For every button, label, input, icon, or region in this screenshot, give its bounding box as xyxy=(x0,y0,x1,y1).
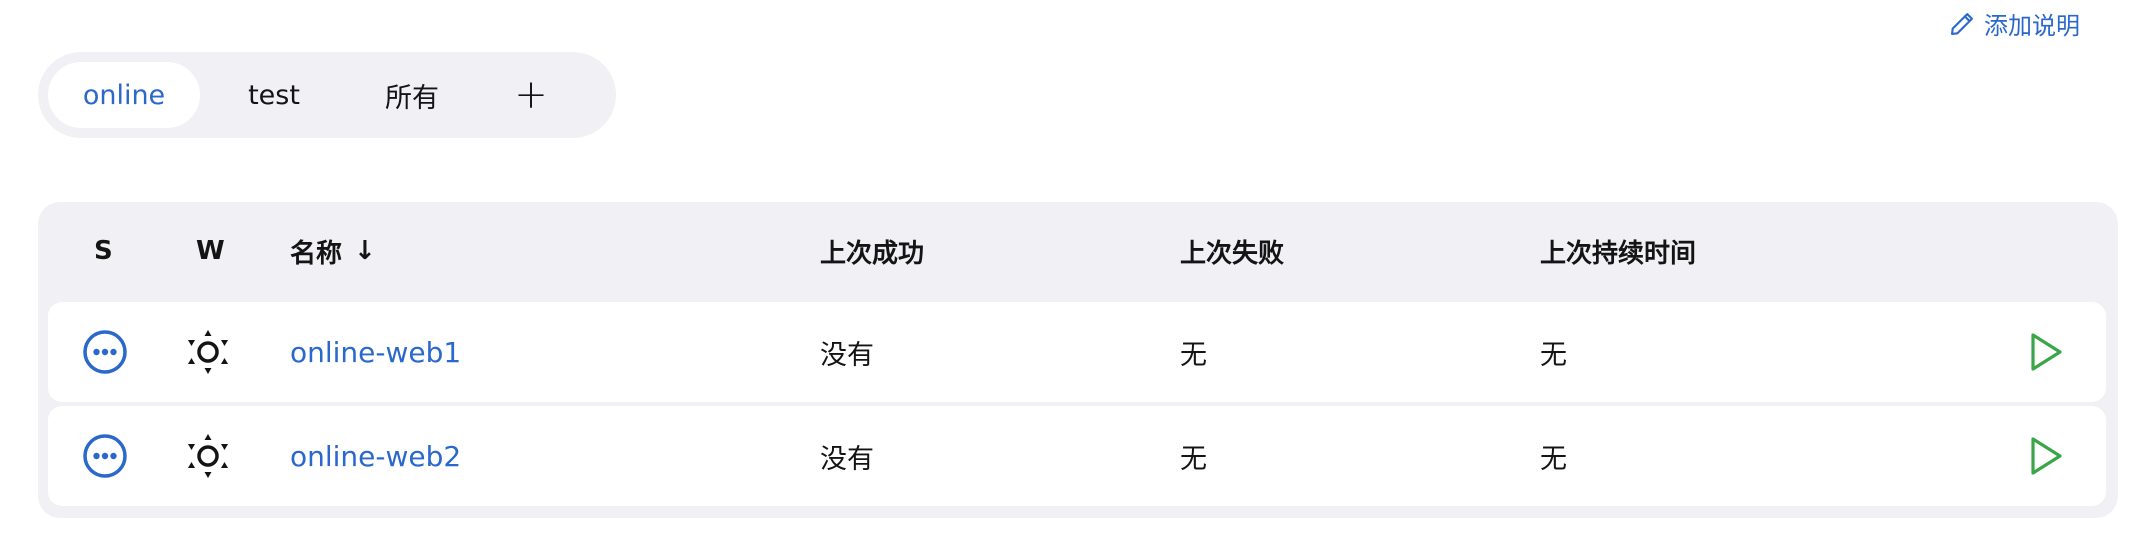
sunny-icon xyxy=(184,432,232,480)
last-failure-value: 无 xyxy=(1180,339,1207,371)
last-success-value: 没有 xyxy=(820,443,874,475)
tab-test[interactable]: test xyxy=(200,62,348,128)
column-header-name[interactable]: 名称 ↓ xyxy=(290,202,376,300)
last-duration-value: 无 xyxy=(1540,443,1567,475)
table-header: S W 名称 ↓ 上次成功 上次失败 上次持续时间 xyxy=(38,202,2118,300)
job-name-link[interactable]: online-web2 xyxy=(290,406,461,506)
add-description-link[interactable]: 添加说明 xyxy=(1948,6,2080,41)
sunny-icon xyxy=(184,328,232,376)
status-pending-icon xyxy=(82,329,128,375)
play-icon[interactable] xyxy=(2026,330,2066,374)
tab-online[interactable]: online xyxy=(48,62,200,128)
tab-all[interactable]: 所有 xyxy=(348,62,476,128)
column-header-last-success[interactable]: 上次成功 xyxy=(820,202,924,300)
job-name-link[interactable]: online-web1 xyxy=(290,302,461,402)
pencil-icon xyxy=(1951,12,1973,35)
table-row: online-web2 没有 无 无 xyxy=(48,406,2106,506)
table-row: online-web1 没有 无 无 xyxy=(48,302,2106,402)
view-tabs: online test 所有 + xyxy=(38,52,616,138)
sort-arrow-icon: ↓ xyxy=(354,236,376,266)
column-header-last-failure[interactable]: 上次失败 xyxy=(1180,202,1284,300)
play-icon[interactable] xyxy=(2026,434,2066,478)
last-duration-value: 无 xyxy=(1540,339,1567,371)
add-description-label: 添加说明 xyxy=(1984,12,2080,40)
add-view-button[interactable]: + xyxy=(476,62,586,128)
projects-table: S W 名称 ↓ 上次成功 上次失败 上次持续时间 online-web1 没有… xyxy=(38,202,2118,518)
column-header-weather[interactable]: W xyxy=(196,202,225,300)
column-header-status[interactable]: S xyxy=(94,202,113,300)
last-failure-value: 无 xyxy=(1180,443,1207,475)
status-pending-icon xyxy=(82,433,128,479)
column-header-name-label: 名称 xyxy=(290,238,343,269)
column-header-last-duration[interactable]: 上次持续时间 xyxy=(1540,202,1696,300)
last-success-value: 没有 xyxy=(820,339,874,371)
